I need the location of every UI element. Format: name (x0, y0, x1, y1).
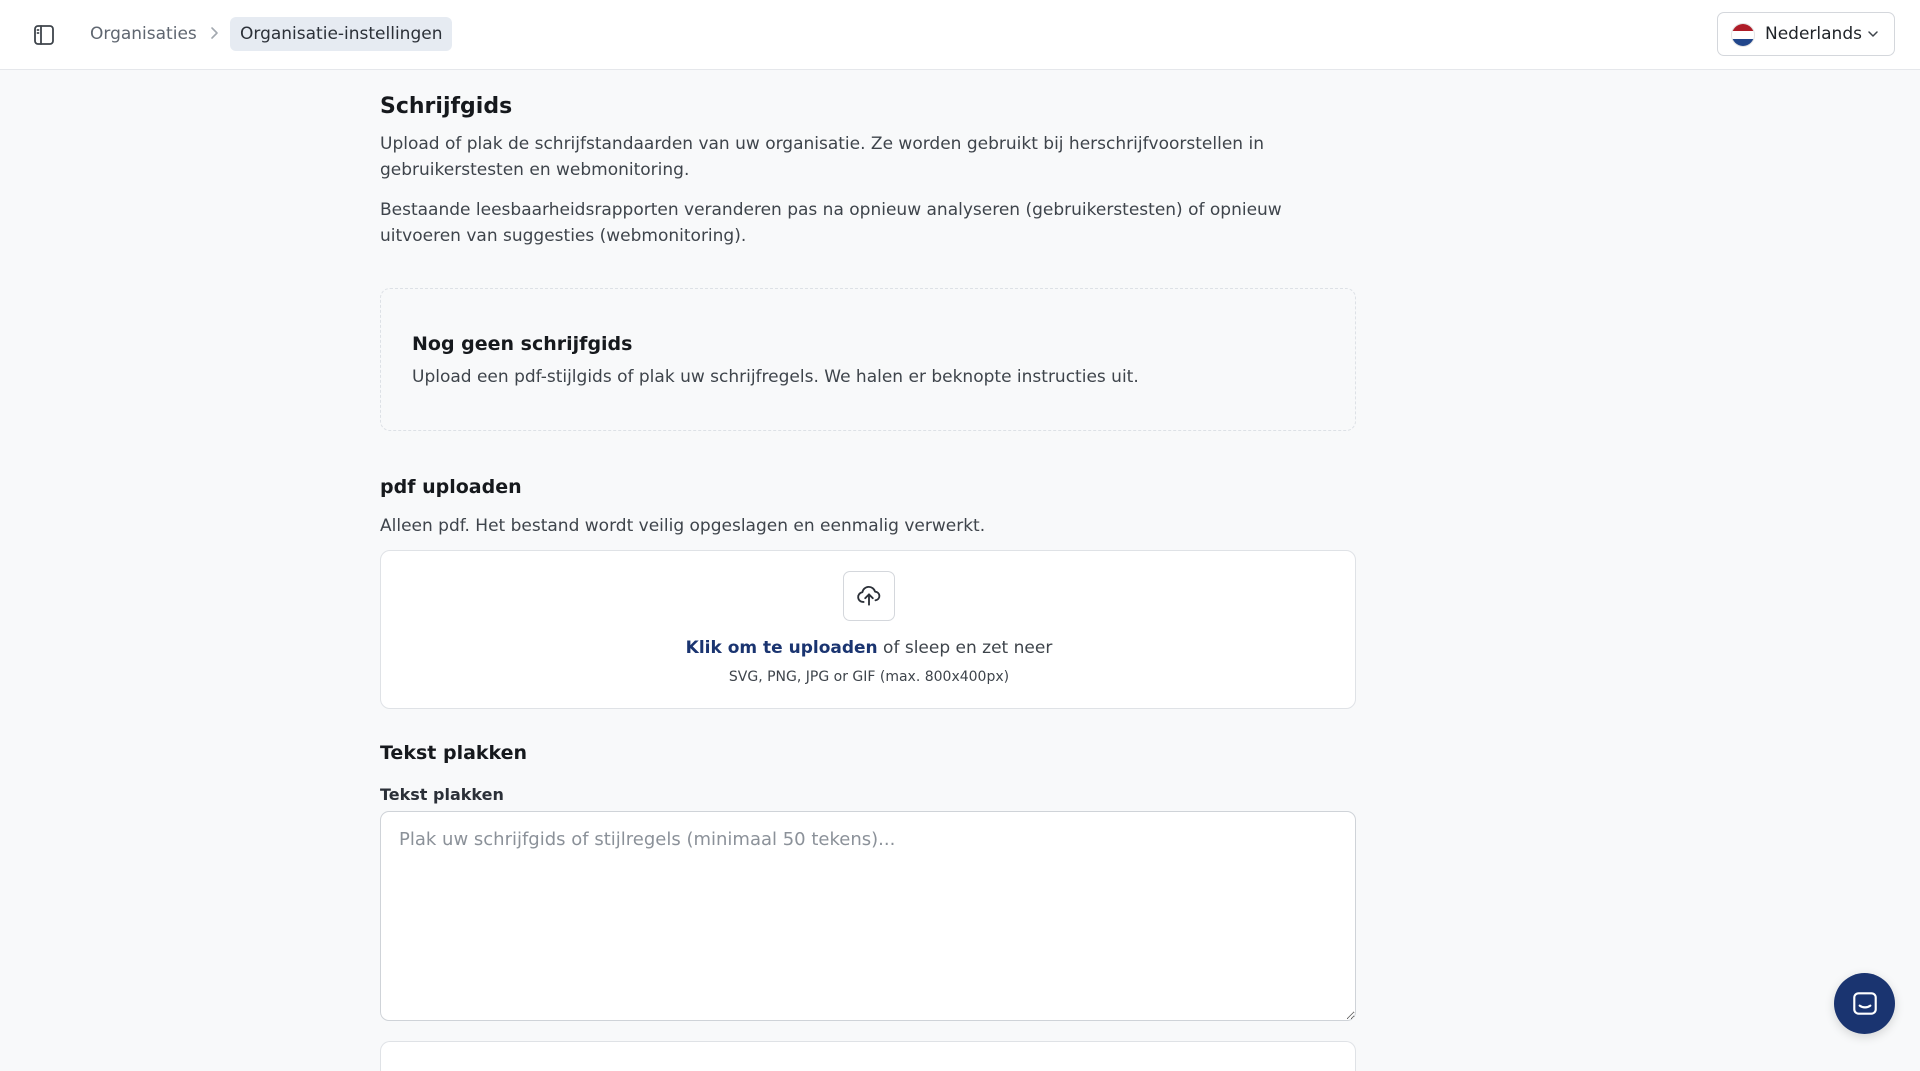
flag-stripe-red (1732, 24, 1754, 32)
breadcrumb-item-organisaties[interactable]: Organisaties (90, 17, 197, 51)
empty-state-title: Nog geen schrijfgids (412, 333, 633, 355)
sidebar-toggle-button[interactable] (30, 21, 58, 49)
page-title: Schrijfgids (380, 94, 513, 119)
paste-textarea[interactable] (380, 811, 1356, 1021)
chevron-right-icon (211, 27, 218, 39)
language-select[interactable]: Nederlands (1717, 12, 1895, 56)
empty-state-description: Upload een pdf-stijlgids of plak uw schr… (412, 367, 1139, 387)
chat-icon (1852, 991, 1877, 1015)
breadcrumb-item-current[interactable]: Organisatie-instellingen (230, 17, 453, 51)
top-bar: Organisaties Organisatie-instellingen Ne… (0, 0, 1920, 70)
flag-stripe-white (1732, 31, 1754, 39)
next-card (380, 1041, 1356, 1071)
sidebar-panel-icon (34, 25, 54, 45)
upload-section-title: pdf uploaden (380, 476, 522, 498)
paste-section-title: Tekst plakken (380, 742, 528, 764)
drag-drop-text: of sleep en zet neer (877, 638, 1053, 658)
upload-description: Alleen pdf. Het bestand wordt veilig opg… (380, 516, 986, 536)
netherlands-flag-icon (1731, 23, 1755, 47)
empty-state-card: Nog geen schrijfgids Upload een pdf-stij… (380, 288, 1356, 431)
dropzone-hint: SVG, PNG, JPG or GIF (max. 800x400px) (728, 669, 1010, 685)
chat-button[interactable] (1834, 973, 1895, 1034)
cloud-upload-icon (857, 585, 881, 606)
upload-icon-box (843, 571, 895, 621)
click-to-upload-link[interactable]: Klik om te uploaden (686, 638, 878, 658)
dropzone-instruction: Klik om te uploaden of sleep en zet neer (381, 638, 1357, 658)
language-selected-value: Nederlands (1765, 24, 1862, 44)
guide-note: Bestaande leesbaarheidsrapporten verande… (380, 200, 1282, 246)
pdf-dropzone[interactable]: Klik om te uploaden of sleep en zet neer… (380, 550, 1356, 709)
paste-field-label: Tekst plakken (380, 785, 504, 804)
flag-stripe-blue (1732, 38, 1754, 46)
guide-description: Upload of plak de schrijfstandaarden van… (380, 134, 1264, 180)
chevron-down-icon (1868, 31, 1878, 37)
